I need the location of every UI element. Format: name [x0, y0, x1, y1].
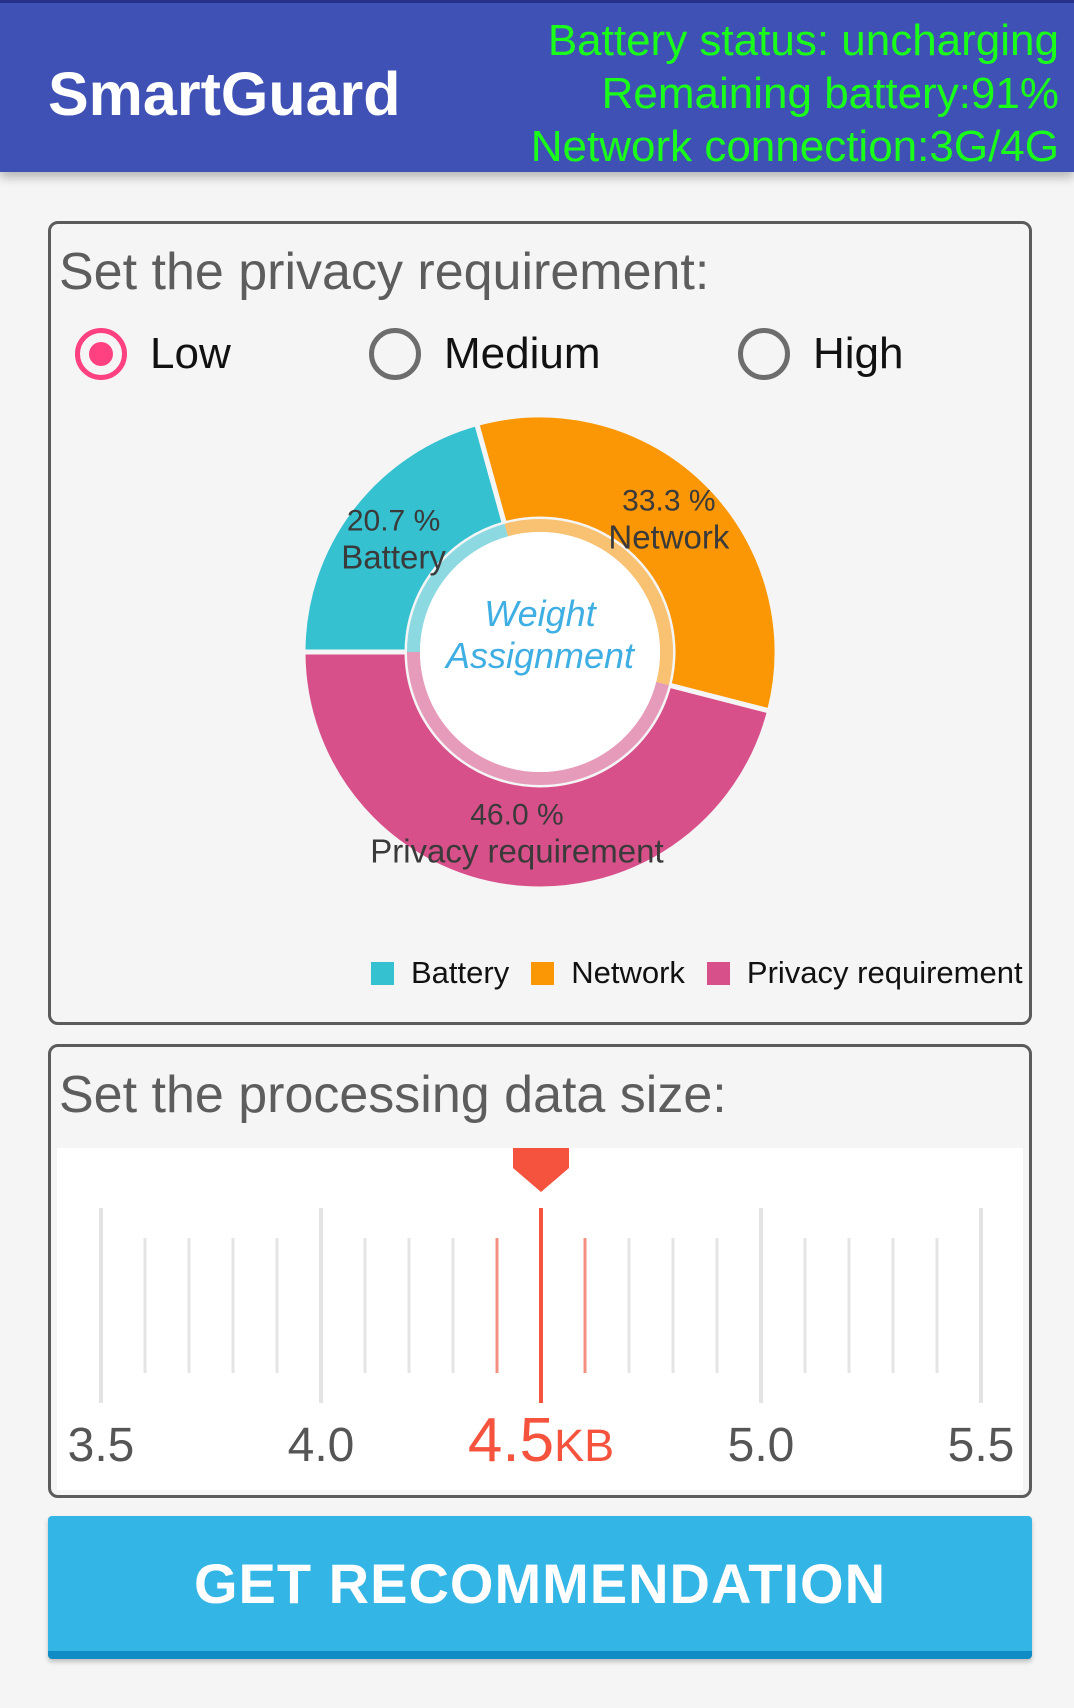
legend-item-network: Network	[531, 955, 685, 991]
legend-label-battery: Battery	[411, 955, 510, 990]
legend-item-privacy: Privacy requirement	[706, 955, 1023, 991]
ruler-value-number: 4.5	[468, 1406, 554, 1475]
get-recommendation-button[interactable]: GET RECOMMENDATION	[48, 1516, 1032, 1659]
donut-center-label-line2: Assignment	[444, 635, 636, 676]
chart-legend: Battery Network Privacy requirement	[371, 954, 1045, 992]
legend-swatch-privacy	[706, 961, 730, 985]
donut-percent-label-privacy-requirement: 46.0 %	[470, 799, 563, 832]
donut-percent-label-network: 33.3 %	[622, 485, 715, 518]
ruler-tick-label: 5.0	[728, 1419, 795, 1472]
donut-name-label-privacy-requirement: Privacy requirement	[370, 833, 663, 870]
legend-label-network: Network	[571, 955, 685, 990]
donut-name-label-battery: Battery	[341, 539, 446, 576]
data-size-card: Set the processing data size: 3.5 4.0 5.…	[48, 1044, 1032, 1498]
ruler-tick-label: 3.5	[68, 1419, 135, 1472]
privacy-requirement-card: Set the privacy requirement: Low Medium …	[48, 221, 1032, 1025]
ruler-tick-label: 4.0	[288, 1419, 355, 1472]
donut-percent-label-battery: 20.7 %	[347, 505, 440, 538]
legend-item-battery: Battery	[371, 955, 509, 991]
ruler-value-unit: KB	[554, 1420, 614, 1471]
donut-name-label-network: Network	[608, 519, 730, 556]
app-bar: SmartGuard Battery status: uncharging Re…	[0, 0, 1074, 172]
app-title: SmartGuard	[48, 60, 401, 128]
remaining-battery-text: Remaining battery:91%	[601, 69, 1059, 118]
legend-label-privacy: Privacy requirement	[746, 955, 1023, 990]
ruler-tick-label: 5.5	[948, 1419, 1015, 1472]
data-size-ruler-slider[interactable]: 3.5 4.0 5.0 5.5 4.5KB	[57, 1148, 1023, 1490]
data-size-card-title: Set the processing data size:	[59, 1066, 727, 1124]
legend-swatch-battery	[371, 961, 394, 985]
network-connection-text: Network connection:3G/4G	[530, 122, 1059, 171]
battery-status-text: Battery status: uncharging	[547, 16, 1059, 65]
weight-assignment-donut-chart: Weight Assignment 46.0 %Privacy requirem…	[300, 412, 780, 892]
legend-swatch-network	[531, 961, 555, 985]
status-panel: Battery status: uncharging Remaining bat…	[531, 14, 1059, 173]
donut-center-label-line1: Weight	[484, 593, 597, 634]
